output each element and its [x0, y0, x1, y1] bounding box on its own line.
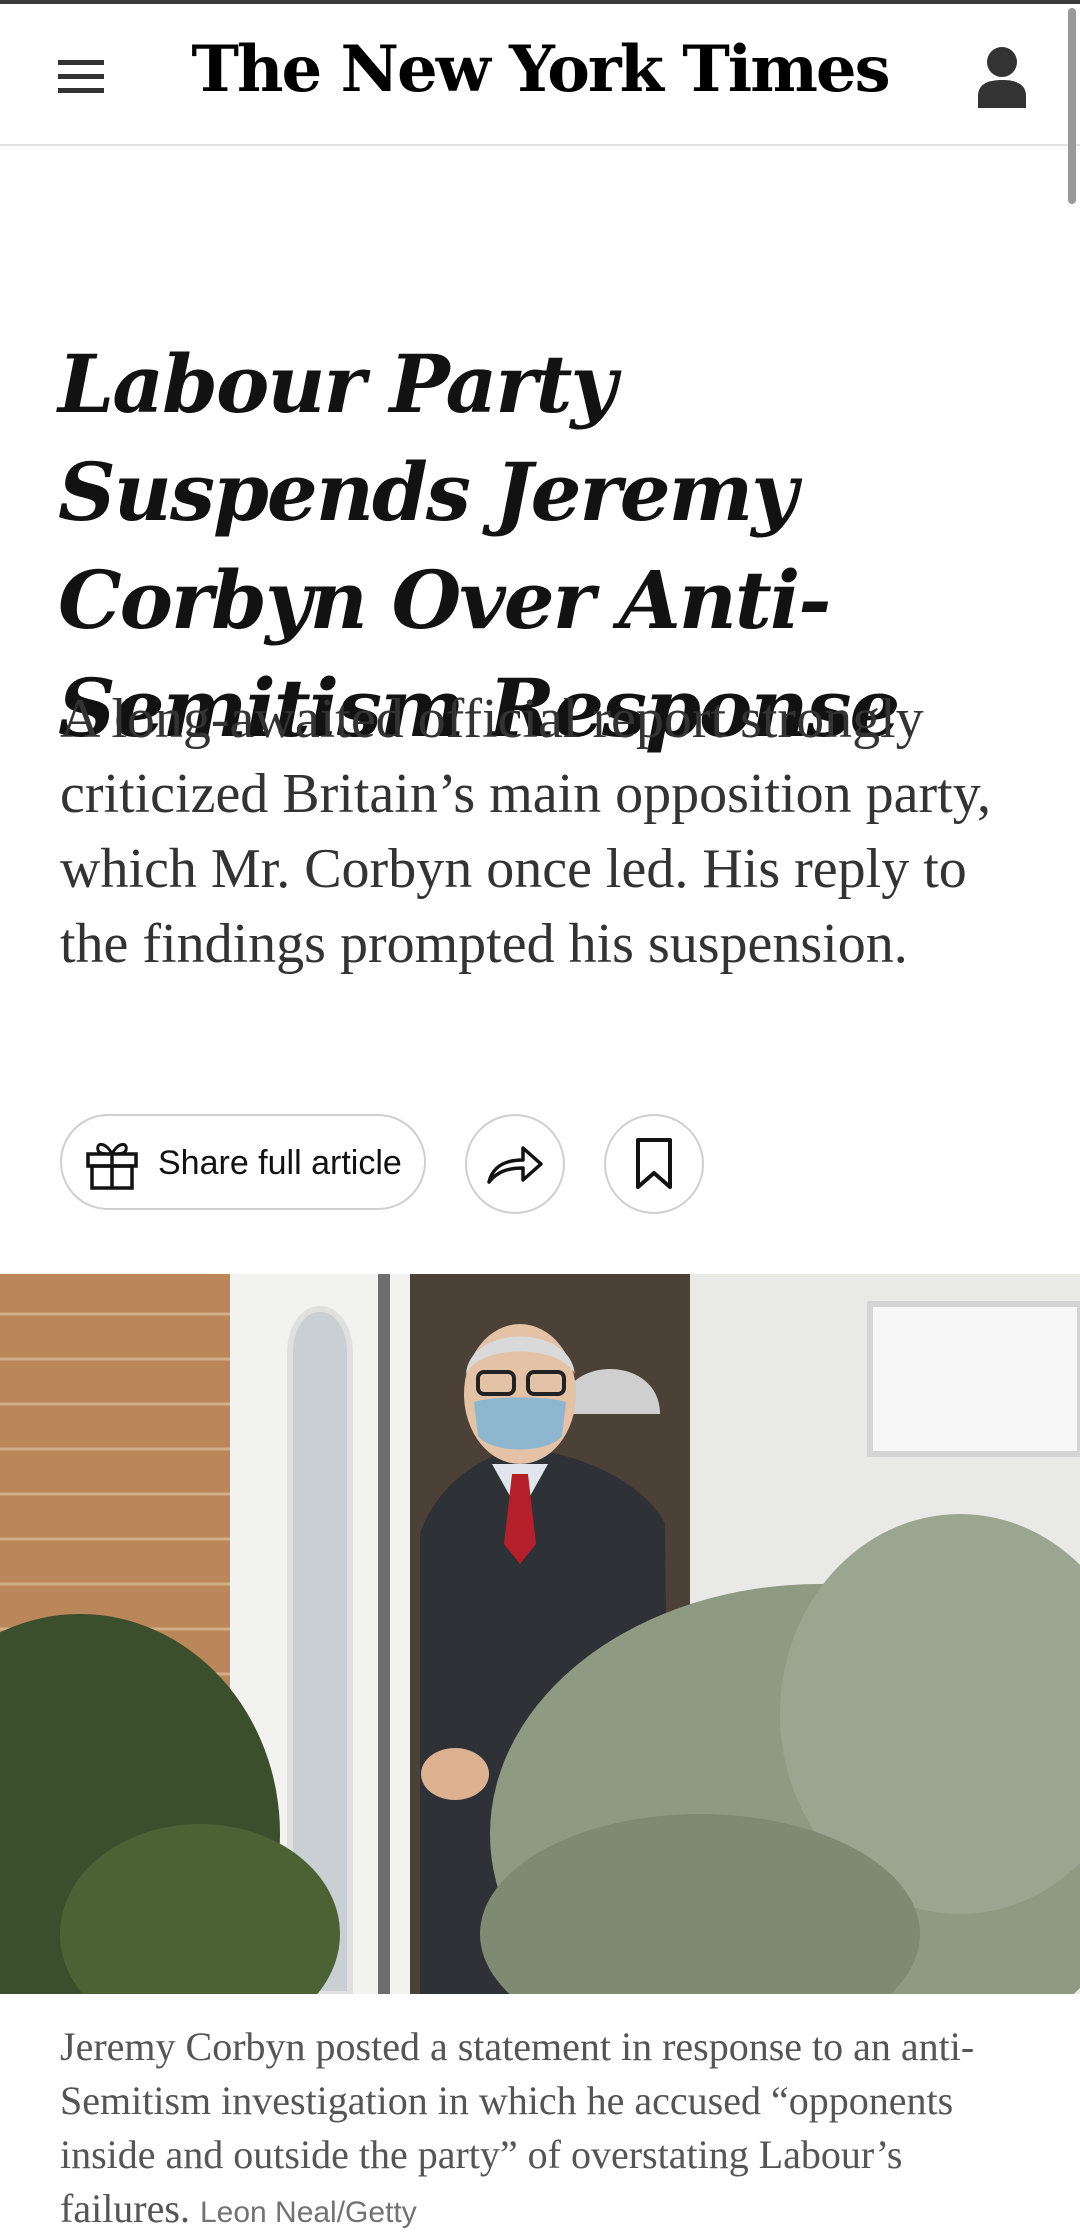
gift-icon	[86, 1143, 138, 1190]
article-photo[interactable]	[0, 1274, 1080, 1994]
bookmark-icon	[636, 1138, 672, 1189]
user-account-icon	[978, 47, 1026, 108]
caption-text: Jeremy Corbyn posted a statement in resp…	[60, 2024, 975, 2231]
photo-credit: Leon Neal/Getty	[199, 2196, 417, 2229]
share-arrow-icon	[487, 1146, 543, 1184]
bookmark-button[interactable]	[604, 1114, 704, 1214]
site-header: The New York Times	[0, 4, 1080, 146]
photo-caption: Jeremy Corbyn posted a statement in resp…	[60, 2020, 1020, 2240]
account-button[interactable]	[978, 46, 1026, 108]
masthead-logo[interactable]: The New York Times	[0, 32, 1080, 107]
scrollbar[interactable]	[1068, 8, 1076, 204]
share-full-article-label: Share full article	[158, 1144, 402, 1182]
share-button[interactable]	[465, 1114, 565, 1214]
article-summary: A long-awaited official report strongly …	[60, 688, 992, 975]
share-full-article-button[interactable]: Share full article	[60, 1114, 426, 1210]
